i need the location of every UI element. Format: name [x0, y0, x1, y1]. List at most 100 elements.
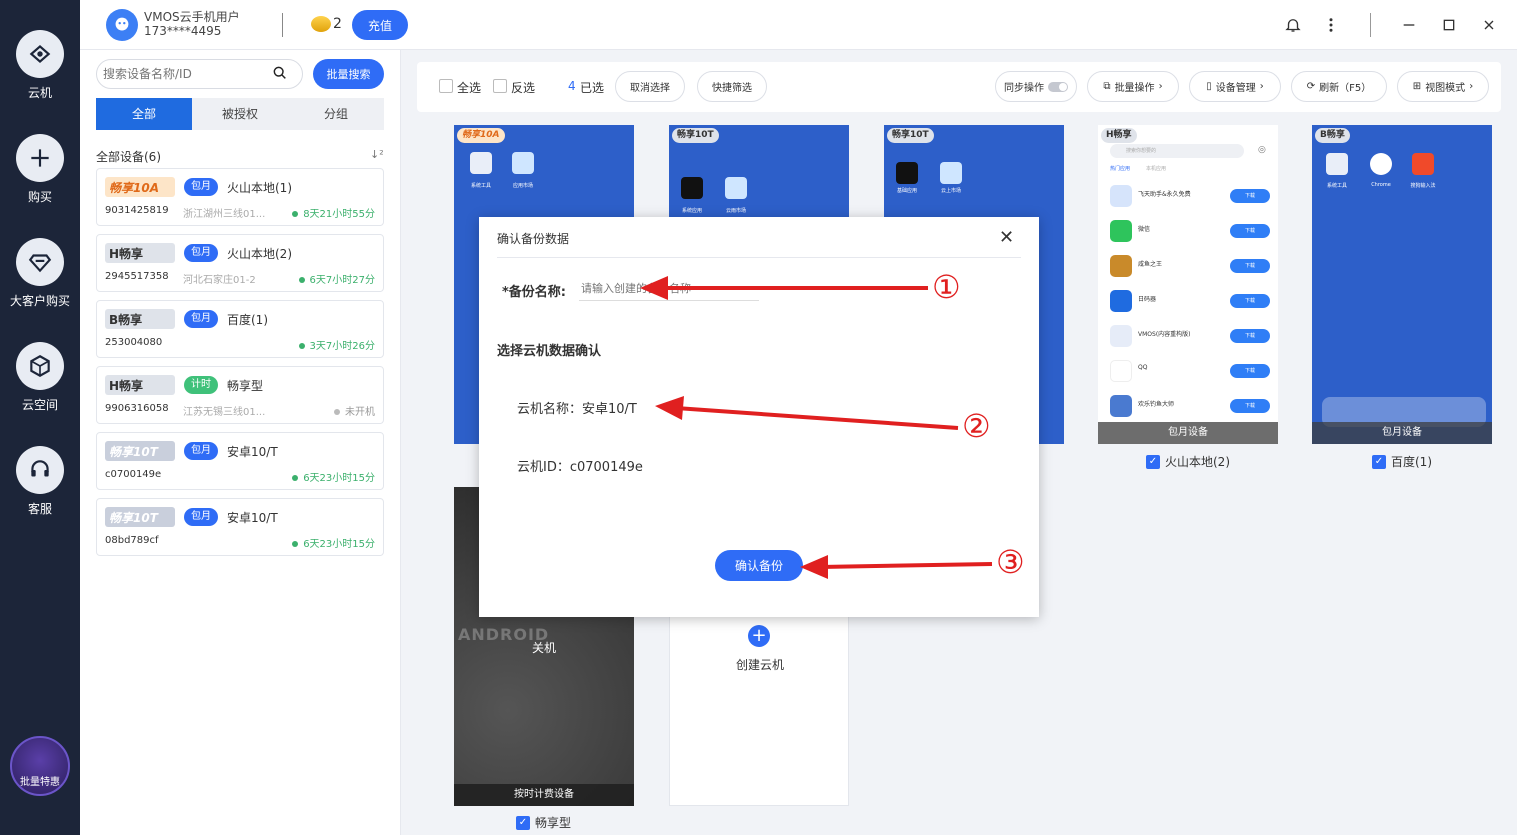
app-list-item: 微信 下载 — [1110, 220, 1270, 244]
tab-hot-apps[interactable]: 热门应用 — [1110, 165, 1130, 172]
quick-filter-button[interactable]: 快捷筛选 — [697, 71, 767, 102]
search-icon[interactable] — [272, 65, 288, 81]
status-dot — [292, 211, 299, 217]
phone-screen[interactable]: H畅享 搜索你想要的 ◎ 热门应用 本机应用 飞天助手&永久免费 下载 微信 下载 … — [1098, 125, 1278, 444]
phone-checkbox[interactable]: ✓ 火山本地(2) — [1146, 453, 1230, 470]
nav-support[interactable]: 客服 — [0, 446, 80, 517]
basic-apps-icon[interactable] — [896, 162, 918, 184]
device-tabs: 全部 被授权 分组 — [96, 98, 384, 130]
app-label: 系统工具 — [1326, 183, 1347, 189]
phone-screen[interactable]: B畅享 系统工具 Chrome 搜狗输入法 包月设备 — [1312, 125, 1492, 444]
device-card[interactable]: 畅享10T 包月 安卓10/T 08bd789cf 6天23小时15分 — [96, 498, 384, 556]
minimize-icon[interactable] — [1398, 14, 1420, 36]
app-store-icon[interactable] — [512, 152, 534, 174]
plan-badge: 包月 — [184, 442, 218, 460]
coin-count: 2 — [333, 16, 342, 32]
toggle-switch[interactable] — [1048, 81, 1068, 92]
app-name: 咸鱼之王 — [1138, 261, 1163, 268]
invert-label[interactable]: 反选 — [511, 79, 535, 96]
tab-groups[interactable]: 分组 — [288, 98, 384, 130]
app-label: 系统工具 — [470, 183, 491, 189]
nav-cloud-space[interactable]: 云空间 — [0, 342, 80, 413]
batch-ops-button[interactable]: ⧉ 批量操作 › — [1087, 71, 1179, 102]
add-icon[interactable]: + — [748, 625, 770, 647]
sync-label: 同步操作 — [1004, 83, 1044, 94]
device-card[interactable]: 畅享10A 包月 火山本地(1) 9031425819 浙江湖州三线01... … — [96, 168, 384, 226]
phone-checkbox[interactable]: ✓ 畅享型 — [516, 814, 571, 831]
backup-name-input[interactable] — [579, 277, 759, 301]
app-search-input[interactable]: 搜索你想要的 — [1110, 144, 1244, 158]
device-name: 安卓10/T — [227, 445, 278, 459]
device-type-badge: H畅享 — [105, 375, 175, 395]
status-dot — [298, 343, 305, 349]
copy-icon: ⧉ — [1103, 81, 1111, 92]
download-button[interactable]: 下载 — [1230, 189, 1270, 203]
promo-logo[interactable]: 批量特惠 — [10, 736, 70, 796]
phone-type-tag: 畅享10T — [672, 128, 719, 143]
device-name: 百度(1) — [227, 313, 268, 327]
batch-search-button[interactable]: 批量搜索 — [313, 59, 384, 89]
avatar[interactable] — [106, 9, 138, 41]
qq-icon — [1110, 360, 1132, 382]
section-heading: 选择云机数据确认 — [497, 344, 602, 359]
download-button[interactable]: 下载 — [1230, 259, 1270, 273]
device-mgmt-button[interactable]: ▯ 设备管理 › — [1189, 71, 1281, 102]
bell-icon[interactable] — [1282, 14, 1304, 36]
close-icon[interactable] — [1478, 14, 1500, 36]
app-store-icon[interactable] — [940, 162, 962, 184]
cloud-phone-id: 云机ID：c0700149e — [517, 460, 643, 475]
system-tools-icon[interactable] — [470, 152, 492, 174]
nav-cloud-phone[interactable]: 云机 — [0, 30, 80, 101]
recharge-button[interactable]: 充值 — [352, 10, 408, 40]
phone-checkbox[interactable]: ✓ 百度(1) — [1372, 453, 1432, 470]
sort-icon[interactable]: ↓² — [370, 148, 384, 161]
download-button[interactable]: 下载 — [1230, 364, 1270, 378]
refresh-icon: ⟳ — [1306, 81, 1316, 92]
divider — [282, 13, 283, 37]
invert-checkbox[interactable] — [493, 79, 507, 93]
download-button[interactable]: 下载 — [1230, 224, 1270, 238]
nav-enterprise[interactable]: 大客户购买 — [0, 238, 80, 309]
device-card[interactable]: H畅享 计时 畅享型 9906316058 江苏无锡三线01... 未开机 — [96, 366, 384, 424]
view-mode-button[interactable]: ⊞ 视图模式 › — [1397, 71, 1489, 102]
chrome-icon[interactable] — [1370, 153, 1392, 175]
more-icon[interactable] — [1320, 14, 1342, 36]
promo-logo-text: 批量特惠 — [20, 777, 60, 788]
system-apps-icon[interactable] — [681, 177, 703, 199]
select-all-label[interactable]: 全选 — [457, 79, 481, 96]
app-name: VMOS(内容重构版) — [1138, 331, 1191, 338]
diamond-icon — [16, 238, 64, 286]
device-type-badge: B畅享 — [105, 309, 175, 329]
maximize-icon[interactable] — [1438, 14, 1460, 36]
device-card[interactable]: B畅享 包月 百度(1) 253004080 3天7小时26分 — [96, 300, 384, 358]
device-card[interactable]: 畅享10T 包月 安卓10/T c0700149e 6天23小时15分 — [96, 432, 384, 490]
nav-buy[interactable]: 购买 — [0, 134, 80, 205]
device-name: 安卓10/T — [227, 511, 278, 525]
confirm-backup-button[interactable]: 确认备份 — [715, 550, 803, 581]
tab-all[interactable]: 全部 — [96, 98, 192, 130]
device-card[interactable]: H畅享 包月 火山本地(2) 2945517358 河北石家庄01-2 6天7小… — [96, 234, 384, 292]
nav-label: 云空间 — [21, 398, 58, 412]
device-list-panel: 批量搜索 全部 被授权 分组 全部设备(6) ↓² 畅享10A 包月 火山本地(… — [80, 50, 401, 835]
close-icon[interactable]: ✕ — [999, 227, 1014, 248]
tab-local-apps[interactable]: 本机应用 — [1146, 165, 1166, 172]
select-all-checkbox[interactable] — [439, 79, 453, 93]
device-time-text: 未开机 — [345, 407, 375, 418]
device-time-text: 6天23小时15分 — [303, 473, 375, 484]
download-button[interactable]: 下载 — [1230, 294, 1270, 308]
device-type-badge: H畅享 — [105, 243, 175, 263]
app-store-icon[interactable] — [725, 177, 747, 199]
dialog-title: 确认备份数据 — [497, 232, 570, 246]
device-name: 畅享型 — [227, 379, 264, 393]
cancel-select-button[interactable]: 取消选择 — [615, 71, 685, 102]
settings-icon[interactable]: ◎ — [1258, 145, 1266, 155]
download-button[interactable]: 下载 — [1230, 399, 1270, 413]
download-button[interactable]: 下载 — [1230, 329, 1270, 343]
sync-toggle[interactable]: 同步操作 — [995, 71, 1077, 102]
phone-screen[interactable]: 畅享10T 系统应用 云雨市场 — [669, 125, 849, 225]
create-cloud-phone-card[interactable]: + 创建云机 — [669, 608, 849, 806]
sogou-icon[interactable] — [1412, 153, 1434, 175]
system-tools-icon[interactable] — [1326, 153, 1348, 175]
tab-authorized[interactable]: 被授权 — [192, 98, 288, 130]
refresh-button[interactable]: ⟳ 刷新（F5） — [1291, 71, 1387, 102]
